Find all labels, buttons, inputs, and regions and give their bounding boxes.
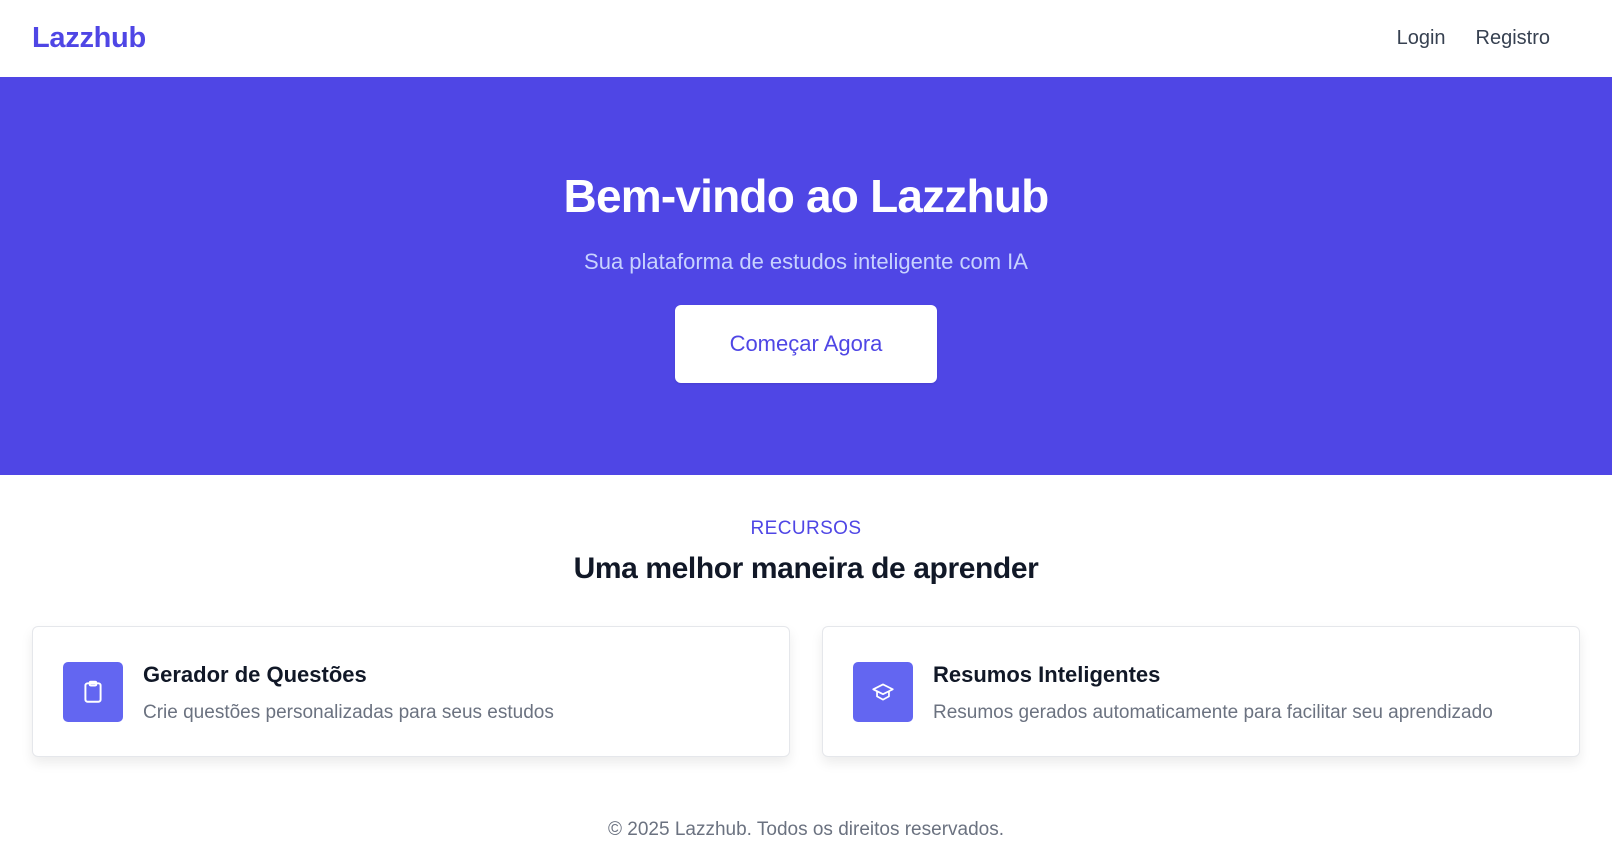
card-description: Resumos gerados automaticamente para fac… — [933, 702, 1493, 723]
card-text: Gerador de Questões Crie questões person… — [143, 662, 554, 724]
card-title: Resumos Inteligentes — [933, 662, 1161, 687]
section-eyebrow: RECURSOS — [750, 518, 862, 539]
footer-copyright: © 2025 Lazzhub. Todos os direitos reserv… — [608, 819, 1004, 840]
card-title: Gerador de Questões — [143, 662, 367, 687]
feature-card-gerador: Gerador de Questões Crie questões person… — [32, 626, 790, 757]
feature-card-resumos: Resumos Inteligentes Resumos gerados aut… — [822, 626, 1580, 757]
nav-login-link[interactable]: Login — [1397, 27, 1446, 50]
feature-cards: Gerador de Questões Crie questões person… — [0, 626, 1612, 757]
footer: © 2025 Lazzhub. Todos os direitos reserv… — [0, 819, 1612, 841]
card-text: Resumos Inteligentes Resumos gerados aut… — [933, 662, 1493, 724]
hero-section: Bem-vindo ao Lazzhub Sua plataforma de e… — [0, 77, 1612, 475]
hero-subtitle: Sua plataforma de estudos inteligente co… — [584, 249, 1028, 274]
hero-title: Bem-vindo ao Lazzhub — [563, 170, 1050, 222]
comecar-agora-button[interactable]: Começar Agora — [675, 305, 937, 383]
features-section: RECURSOS Uma melhor maneira de aprender … — [0, 475, 1612, 757]
logo[interactable]: Lazzhub — [32, 22, 146, 55]
nav-registro-link[interactable]: Registro — [1476, 27, 1550, 50]
card-description: Crie questões personalizadas para seus e… — [143, 702, 554, 723]
section-title: Uma melhor maneira de aprender — [573, 552, 1039, 585]
navbar: Lazzhub Login Registro — [0, 0, 1612, 77]
clipboard-icon — [63, 662, 123, 722]
nav-links: Login Registro — [1397, 27, 1550, 50]
graduation-cap-icon — [853, 662, 913, 722]
